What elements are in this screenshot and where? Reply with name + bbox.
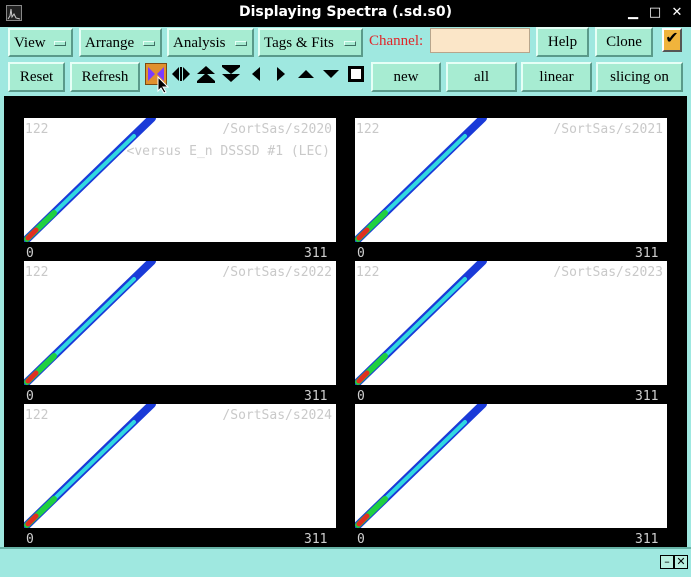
close-icon[interactable]: ✕ (668, 4, 686, 22)
x-axis-max: 311 (635, 246, 659, 261)
linear-button[interactable]: linear (521, 62, 592, 92)
x-axis-min: 0 (357, 389, 365, 404)
analysis-menu-label: Analysis (173, 35, 226, 51)
menu-indicator-icon (344, 41, 356, 46)
x-axis-max: 311 (304, 532, 328, 547)
mouse-cursor-icon (157, 76, 169, 94)
spectrum-panel[interactable]: 122 /SortSas/s2023 (353, 257, 667, 387)
arrange-menu-label: Arrange (85, 35, 135, 51)
count-label: 122 (25, 122, 49, 137)
count-label: 122 (25, 265, 49, 280)
menu-indicator-icon (143, 41, 155, 46)
arrow-left-icon[interactable] (245, 63, 267, 85)
spectrum-name: /SortSas/s2022 (222, 265, 332, 280)
spectrum-name: /SortSas/s2021 (553, 122, 663, 137)
toolbar: View Arrange Analysis Tags & Fits Channe… (0, 27, 691, 95)
expand-down-icon[interactable] (220, 63, 242, 85)
minimize-icon[interactable]: ▁ (624, 4, 642, 22)
checkbox-toggle[interactable]: ✔ (662, 28, 682, 52)
view-menu[interactable]: View (8, 28, 73, 57)
status-bar: – ✕ (0, 547, 691, 577)
help-button[interactable]: Help (536, 27, 589, 57)
spectrum-name: /SortSas/s2020 (222, 122, 332, 137)
arrow-right-icon[interactable] (270, 63, 292, 85)
x-axis-min: 0 (357, 246, 365, 261)
count-label: 122 (356, 122, 380, 137)
count-label: 122 (356, 265, 380, 280)
window-title: Displaying Spectra (.sd.s0) (238, 4, 453, 20)
tags-fits-menu-label: Tags & Fits (264, 35, 334, 51)
spectra-display[interactable]: 122 /SortSas/s2020 <versus E_n DSSSD #1 … (4, 96, 687, 547)
checkmark-icon: ✔ (665, 30, 679, 47)
menu-indicator-icon (54, 41, 66, 46)
full-view-icon[interactable] (345, 63, 367, 85)
arrow-down-icon[interactable] (320, 63, 342, 85)
spectrum-panel[interactable]: 122 /SortSas/s2024 (22, 400, 336, 530)
spectrum-name: /SortSas/s2024 (222, 408, 332, 423)
x-axis-min: 0 (26, 246, 34, 261)
x-axis-min: 0 (357, 532, 365, 547)
count-label: 122 (25, 408, 49, 423)
all-button[interactable]: all (446, 62, 517, 92)
arrange-menu[interactable]: Arrange (79, 28, 162, 57)
x-axis-max: 311 (635, 532, 659, 547)
channel-input[interactable] (430, 28, 530, 53)
expand-up-icon[interactable] (195, 63, 217, 85)
clone-button[interactable]: Clone (595, 27, 653, 57)
x-axis-max: 311 (304, 389, 328, 404)
x-axis-min: 0 (26, 389, 34, 404)
arrow-up-icon[interactable] (295, 63, 317, 85)
spectrum-subtitle: <versus E_n DSSSD #1 (LEC) (126, 144, 331, 159)
maximize-icon[interactable]: □ (646, 4, 664, 22)
x-axis-max: 311 (635, 389, 659, 404)
x-axis-min: 0 (26, 532, 34, 547)
reset-button[interactable]: Reset (8, 62, 65, 92)
expand-horizontal-icon[interactable] (170, 63, 192, 85)
new-button[interactable]: new (371, 62, 441, 92)
spectrum-panel[interactable]: 122 /SortSas/s2020 <versus E_n DSSSD #1 … (22, 114, 336, 244)
channel-label: Channel: (369, 33, 424, 49)
spectrum-name: /SortSas/s2023 (553, 265, 663, 280)
spectrum-panel[interactable]: 122 /SortSas/s2022 (22, 257, 336, 387)
minimize-panel-icon[interactable]: – (660, 555, 674, 569)
slicing-button[interactable]: slicing on (596, 62, 683, 92)
view-menu-label: View (14, 35, 46, 51)
close-panel-icon[interactable]: ✕ (674, 555, 688, 569)
analysis-menu[interactable]: Analysis (167, 28, 254, 57)
spectrum-2d-plot (353, 400, 487, 530)
window-titlebar: Displaying Spectra (.sd.s0) ▁ □ ✕ (0, 0, 691, 27)
menu-indicator-icon (235, 41, 247, 46)
refresh-button[interactable]: Refresh (70, 62, 140, 92)
spectrum-panel[interactable]: 122 /SortSas/s2021 (353, 114, 667, 244)
x-axis-max: 311 (304, 246, 328, 261)
spectrum-panel[interactable] (353, 400, 667, 530)
tags-fits-menu[interactable]: Tags & Fits (258, 28, 363, 57)
